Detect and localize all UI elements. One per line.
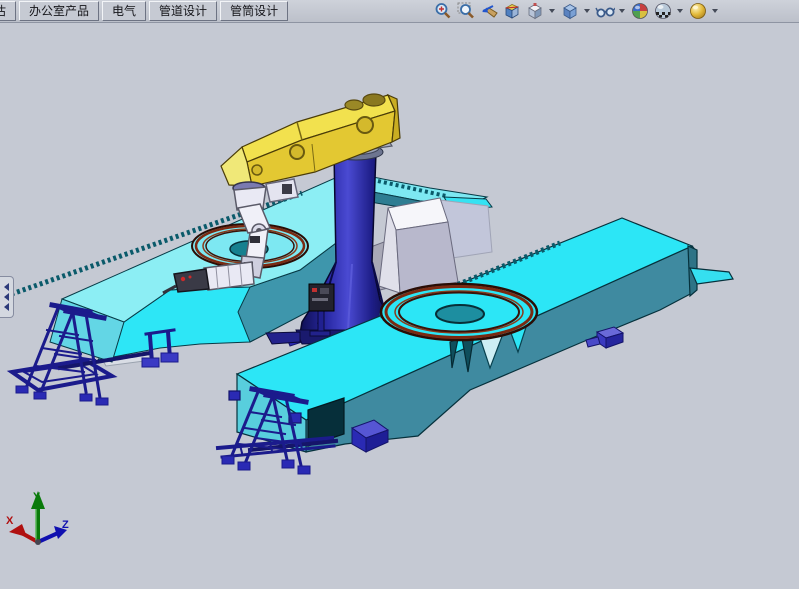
torch-indicator-1 — [181, 277, 185, 281]
boom-hole-2 — [363, 94, 385, 106]
zoom-to-fit-icon[interactable] — [433, 1, 453, 21]
column-foot-plate — [266, 332, 300, 344]
view-orientation-caret[interactable] — [548, 1, 557, 21]
section-view-icon[interactable] — [502, 1, 522, 21]
tab-tubing-design[interactable]: 管筒设计 — [220, 1, 288, 21]
hide-show-items-icon[interactable] — [595, 1, 615, 21]
apply-scene-icon[interactable] — [653, 1, 673, 21]
triad-y-label: Y — [33, 491, 41, 503]
flyout-arrow-icon — [4, 293, 9, 301]
flyout-arrow-icon — [4, 283, 9, 291]
ring-seat-right[interactable] — [381, 284, 537, 340]
boom-hole-3 — [357, 117, 373, 133]
tab-office-products[interactable]: 办公室产品 — [19, 1, 99, 21]
tab-piping-design[interactable]: 管道设计 — [149, 1, 217, 21]
forearm — [246, 229, 268, 260]
boom-hole-1 — [345, 100, 363, 110]
beam-right-lug-1 — [229, 391, 240, 400]
panel-flyout-button[interactable] — [0, 276, 14, 318]
tab-electrical[interactable]: 电气 — [102, 1, 146, 21]
flyout-arrow-icon — [4, 303, 9, 311]
application-window: Y X Z 估 办公室产品 电气 管道设计 管筒设计 — [0, 0, 799, 589]
reference-triad: Y X Z — [6, 491, 69, 545]
wedge-right-face — [396, 222, 458, 293]
command-manager-toolbar: 估 办公室产品 电气 管道设计 管筒设计 — [0, 0, 799, 23]
view-orientation-icon[interactable] — [525, 1, 545, 21]
3d-viewport[interactable]: Y X Z — [0, 0, 799, 589]
zoom-to-area-icon[interactable] — [456, 1, 476, 21]
boom-hole-5 — [252, 165, 262, 175]
heads-up-view-toolbar — [433, 1, 720, 21]
torch-indicator-2 — [189, 276, 192, 279]
triad-x-label: X — [6, 515, 14, 527]
command-tabs: 估 办公室产品 电气 管道设计 管筒设计 — [0, 1, 288, 21]
view-settings-caret[interactable] — [711, 1, 720, 21]
view-settings-icon[interactable] — [688, 1, 708, 21]
previous-view-icon[interactable] — [479, 1, 499, 21]
display-style-icon[interactable] — [560, 1, 580, 21]
tab-partial[interactable]: 估 — [0, 1, 16, 21]
triad-z-label: Z — [62, 519, 69, 531]
edit-appearance-icon[interactable] — [630, 1, 650, 21]
torch-tip — [174, 269, 209, 292]
boom-hole-4 — [290, 145, 304, 159]
hide-show-items-caret[interactable] — [618, 1, 627, 21]
apply-scene-caret[interactable] — [676, 1, 685, 21]
beam-right-tongue — [690, 268, 733, 284]
display-style-caret[interactable] — [583, 1, 592, 21]
ring-right-center-hole — [436, 305, 484, 323]
